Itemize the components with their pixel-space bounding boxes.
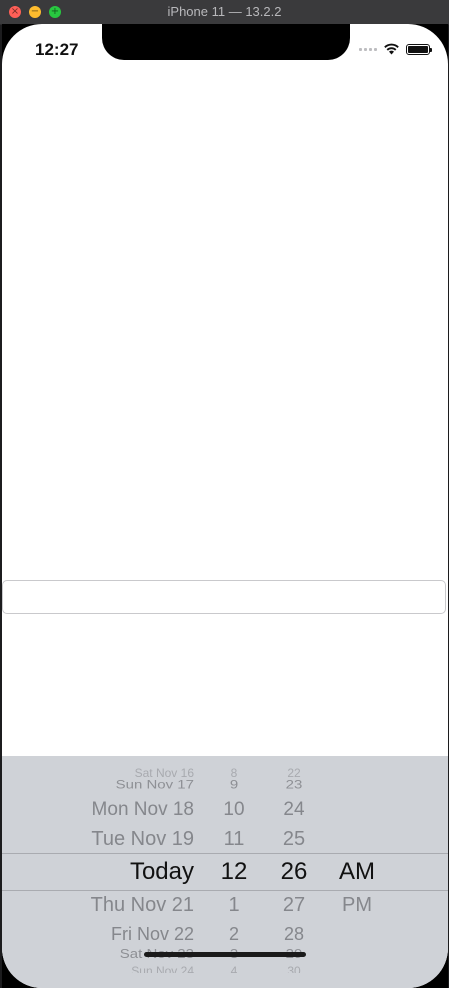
picker-hour: 2 bbox=[228, 924, 239, 944]
picker-row[interactable]: Sat Nov 16 8 22 bbox=[2, 768, 448, 778]
home-indicator[interactable] bbox=[144, 952, 306, 957]
picker-date: Fri Nov 22 bbox=[110, 924, 194, 944]
picker-hour: 4 bbox=[230, 965, 238, 973]
wifi-icon bbox=[384, 43, 399, 55]
picker-minute: 27 bbox=[282, 894, 306, 916]
status-time: 12:27 bbox=[35, 40, 79, 59]
picker-minute: 30 bbox=[287, 965, 301, 973]
picker-minute: 23 bbox=[285, 778, 303, 792]
status-indicators bbox=[359, 42, 432, 56]
picker-minute: 24 bbox=[283, 799, 305, 820]
simulator-titlebar: × − + iPhone 11 — 13.2.2 bbox=[0, 0, 449, 25]
picker-date-selected: Today bbox=[129, 858, 194, 885]
picker-hour: 9 bbox=[229, 778, 239, 792]
cellular-signal-icon bbox=[359, 47, 377, 51]
picker-hour: 11 bbox=[223, 828, 245, 850]
picker-date: Mon Nov 18 bbox=[91, 799, 194, 820]
picker-date: Sat Nov 16 bbox=[134, 768, 194, 778]
picker-hour: 8 bbox=[230, 768, 238, 778]
battery-icon bbox=[406, 43, 432, 55]
picker-ampm-selected: AM bbox=[339, 858, 375, 885]
window-title: iPhone 11 — 13.2.2 bbox=[167, 4, 282, 19]
picker-ampm: PM bbox=[342, 894, 372, 916]
device-notch bbox=[102, 24, 350, 60]
picker-row[interactable]: Sun Nov 24 4 30 bbox=[2, 965, 448, 973]
picker-minute: 28 bbox=[283, 924, 305, 944]
picker-date: Sun Nov 24 bbox=[131, 965, 194, 973]
picker-hour-selected: 12 bbox=[220, 858, 248, 885]
picker-hour: 1 bbox=[228, 894, 240, 916]
date-text-field[interactable] bbox=[2, 580, 446, 614]
iphone-device: 12:27 Sat Nov 16 8 22 Sun Nov 17 9 23 Mo… bbox=[2, 24, 448, 988]
picker-date: Thu Nov 21 bbox=[90, 894, 194, 916]
picker-date: Tue Nov 19 bbox=[91, 828, 194, 850]
picker-hour: 10 bbox=[223, 799, 245, 820]
app-screen: 12:27 Sat Nov 16 8 22 Sun Nov 17 9 23 Mo… bbox=[2, 24, 448, 988]
picker-minute-selected: 26 bbox=[280, 858, 308, 885]
picker-minute: 25 bbox=[282, 828, 306, 850]
picker-minute: 22 bbox=[287, 768, 301, 778]
picker-date: Sun Nov 17 bbox=[115, 778, 194, 792]
